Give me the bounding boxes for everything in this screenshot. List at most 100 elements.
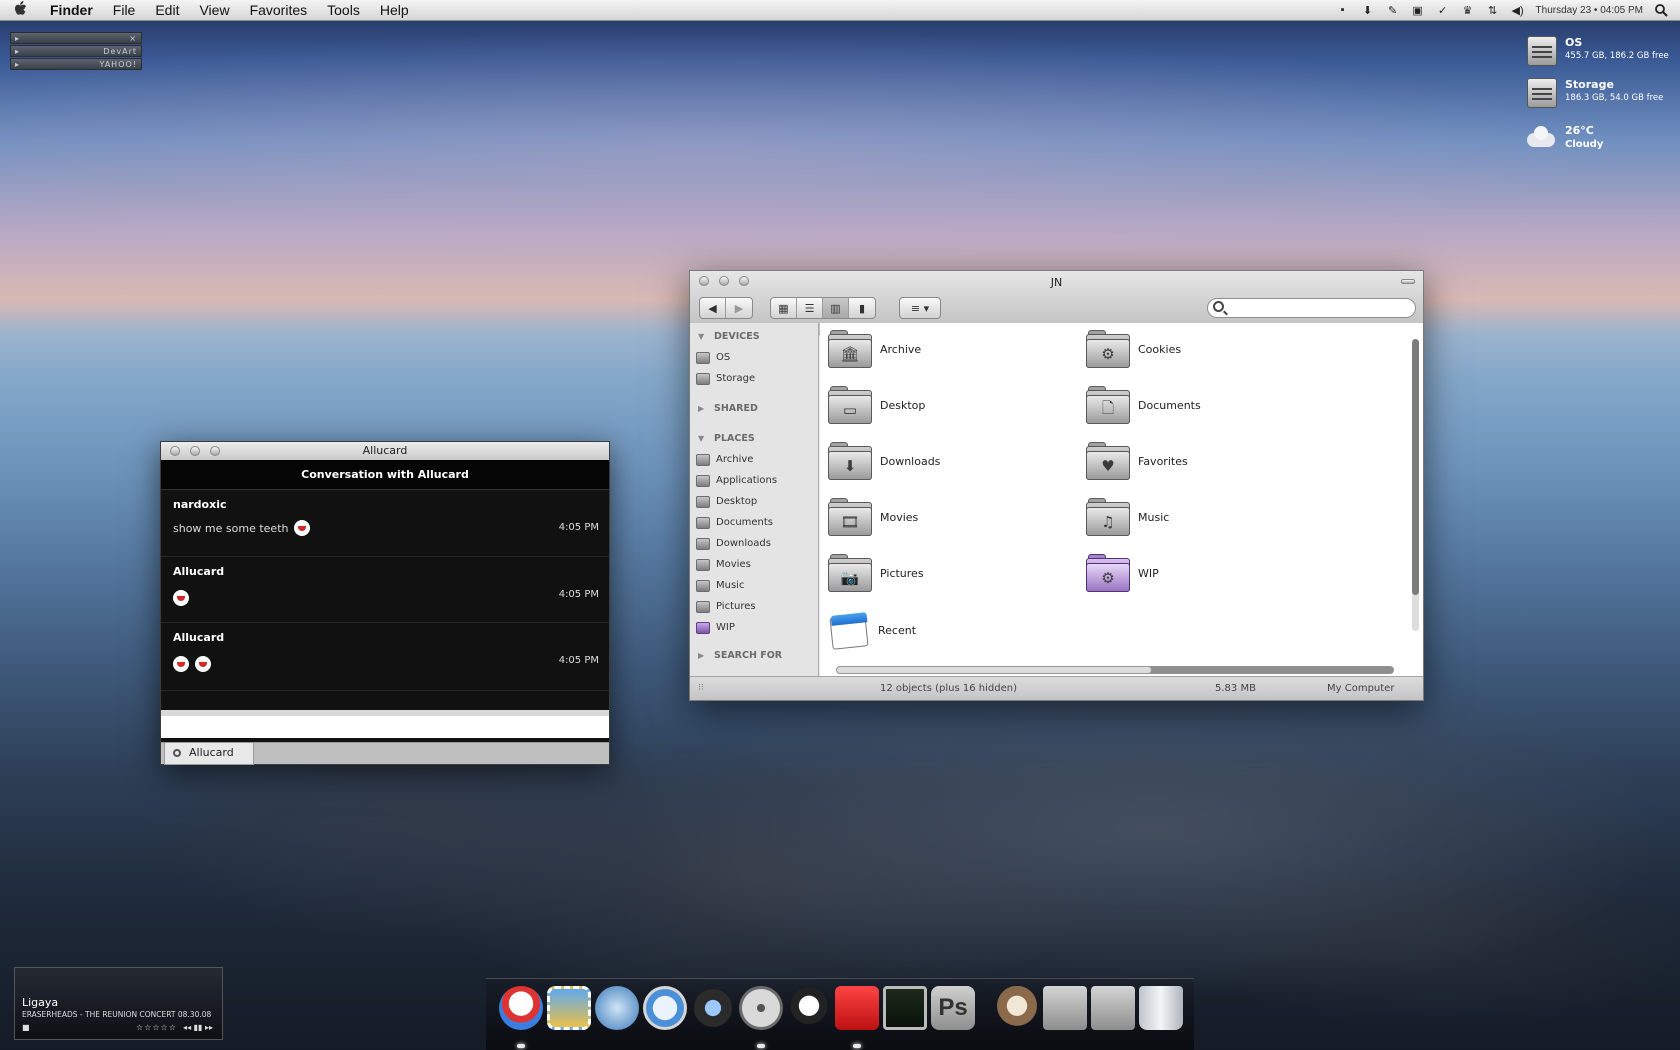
- menu-favorites[interactable]: Favorites: [240, 2, 318, 18]
- search-input[interactable]: [1230, 301, 1408, 315]
- disclosure-closed-icon[interactable]: ▶: [698, 399, 714, 419]
- horizontal-scroll-thumb[interactable]: [836, 666, 1152, 674]
- apple-menu-icon[interactable]: [0, 1, 40, 19]
- folder-item-music[interactable]: ♫ Music: [1086, 498, 1169, 536]
- arrange-menu-icon[interactable]: ≡ ▾: [900, 298, 940, 318]
- vertical-scroll-thumb[interactable]: [1412, 339, 1419, 595]
- tab-close-icon[interactable]: [173, 749, 181, 757]
- menu-view[interactable]: View: [189, 2, 239, 18]
- folder-item-desktop[interactable]: ▭ Desktop: [828, 386, 925, 424]
- menu-tools[interactable]: Tools: [317, 2, 370, 18]
- trash-icon[interactable]: [1139, 986, 1183, 1030]
- menu-file[interactable]: File: [103, 2, 146, 18]
- volume-icon[interactable]: ◀︎): [1511, 3, 1525, 17]
- menu-edit[interactable]: Edit: [145, 2, 189, 18]
- sidebar-item-documents[interactable]: Documents: [690, 512, 818, 533]
- photoshop-icon[interactable]: Ps: [931, 986, 975, 1030]
- sidebar-header-places[interactable]: ▼ PLACES: [690, 429, 818, 449]
- sidebar-item-applications[interactable]: Applications: [690, 470, 818, 491]
- close-icon[interactable]: ×: [129, 34, 137, 43]
- minimize-button[interactable]: [190, 446, 200, 456]
- play-triangle-icon: ▸: [15, 33, 21, 43]
- toolbar-toggle-button[interactable]: [1401, 279, 1415, 284]
- arrange-button[interactable]: ≡ ▾: [899, 297, 941, 319]
- owl-icon[interactable]: [995, 986, 1039, 1030]
- icon-view-icon[interactable]: ▦: [771, 298, 797, 318]
- column-view-icon[interactable]: ▥: [823, 298, 849, 318]
- activity-monitor-icon[interactable]: [883, 986, 927, 1030]
- transmit-truck-icon[interactable]: [835, 986, 879, 1030]
- sidebar-item-os[interactable]: OS: [690, 347, 818, 368]
- folder-item-archive[interactable]: 🏛 Archive: [828, 330, 921, 368]
- bookmark-row[interactable]: ▸ ×: [10, 32, 142, 44]
- sidebar-header-shared[interactable]: ▶ SHARED: [690, 399, 818, 419]
- sidebar-item-pictures[interactable]: Pictures: [690, 596, 818, 617]
- pencil-icon[interactable]: ✎: [1386, 3, 1400, 17]
- horizontal-scrollbar[interactable]: [836, 666, 1394, 674]
- folder-item-pictures[interactable]: 📷 Pictures: [828, 554, 924, 592]
- menu-help[interactable]: Help: [370, 2, 419, 18]
- chat-titlebar[interactable]: Allucard: [161, 442, 609, 460]
- pictures-folder-icon: [696, 600, 710, 613]
- kung-fu-panda-icon[interactable]: [787, 986, 831, 1030]
- bookmark-row-yahoo[interactable]: ▸ YAHOO!: [10, 58, 142, 70]
- sidebar-item-music[interactable]: Music: [690, 575, 818, 596]
- disclosure-open-icon[interactable]: ▼: [698, 429, 714, 449]
- sidebar-item-desktop[interactable]: Desktop: [690, 491, 818, 512]
- drive-widget-storage[interactable]: Storage 186.3 GB, 54.0 GB free: [1527, 78, 1663, 108]
- resize-grip-icon[interactable]: ⁝⁝: [698, 683, 710, 695]
- bookmark-row-devart[interactable]: ▸ DevArt: [10, 45, 142, 57]
- hard-drive-icon: [696, 351, 710, 364]
- hard-drive-icon: [1527, 36, 1557, 66]
- sidebar-item-archive[interactable]: Archive: [690, 449, 818, 470]
- message-input[interactable]: [161, 710, 609, 738]
- close-button[interactable]: [170, 446, 180, 456]
- finder-window: JN ◀ ▶ ▦ ☰ ▥ ▮ ≡ ▾ ▼ DEVICES OS Storage ▶…: [689, 270, 1424, 701]
- spotlight-icon[interactable]: [1654, 3, 1668, 17]
- playback-buttons[interactable]: ◂◂ ▮▮ ▸▸: [183, 1023, 213, 1032]
- sidebar-header-devices[interactable]: ▼ DEVICES: [690, 327, 818, 347]
- menu-finder[interactable]: Finder: [40, 2, 103, 18]
- folder-item-recent[interactable]: Recent: [828, 610, 916, 650]
- dvd-player-icon[interactable]: [739, 986, 783, 1030]
- crown-icon[interactable]: ♛: [1461, 3, 1475, 17]
- list-view-icon[interactable]: ☰: [797, 298, 823, 318]
- itunes-headphones-icon[interactable]: [691, 986, 735, 1030]
- folder-item-documents[interactable]: 🗋 Documents: [1086, 386, 1201, 424]
- checkmark-icon[interactable]: ✓: [1436, 3, 1450, 17]
- applications-stack-icon[interactable]: [1043, 986, 1087, 1030]
- sidebar-header-search[interactable]: ▶ SEARCH FOR: [690, 646, 818, 666]
- disclosure-open-icon[interactable]: ▼: [698, 327, 714, 347]
- coverflow-view-icon[interactable]: ▮: [849, 298, 875, 318]
- download-arrow-icon[interactable]: ⬇: [1361, 3, 1375, 17]
- folder-item-movies[interactable]: 🎞 Movies: [828, 498, 918, 536]
- folder-item-wip[interactable]: ⚙ WIP: [1086, 554, 1159, 592]
- network-globe-icon[interactable]: [595, 986, 639, 1030]
- stop-icon[interactable]: ■: [22, 1023, 30, 1032]
- folder-item-favorites[interactable]: ♥ Favorites: [1086, 442, 1188, 480]
- chat-tab-allucard[interactable]: Allucard: [164, 743, 254, 765]
- forward-button[interactable]: ▶: [726, 298, 752, 318]
- sidebar-item-movies[interactable]: Movies: [690, 554, 818, 575]
- sidebar-item-wip[interactable]: WIP: [690, 617, 818, 638]
- zoom-button[interactable]: [210, 446, 220, 456]
- finder-search-field[interactable]: [1207, 298, 1416, 318]
- downloads-stack-icon[interactable]: [1091, 986, 1135, 1030]
- adium-icon[interactable]: [499, 986, 543, 1030]
- disclosure-closed-icon[interactable]: ▶: [698, 646, 714, 666]
- menu-clock[interactable]: Thursday 23 • 04:05 PM: [1536, 5, 1643, 16]
- gamepad-icon[interactable]: ▣: [1411, 3, 1425, 17]
- weather-widget[interactable]: 26°C Cloudy: [1525, 124, 1603, 150]
- sidebar-item-storage[interactable]: Storage: [690, 368, 818, 389]
- track-rating[interactable]: ☆☆☆☆☆: [136, 1023, 177, 1032]
- back-button[interactable]: ◀: [700, 298, 726, 318]
- safari-compass-icon[interactable]: [643, 986, 687, 1030]
- folder-item-downloads[interactable]: ⬇ Downloads: [828, 442, 940, 480]
- sync-arrows-icon[interactable]: ⇅: [1486, 3, 1500, 17]
- sidebar-item-downloads[interactable]: Downloads: [690, 533, 818, 554]
- folder-item-cookies[interactable]: ⚙ Cookies: [1086, 330, 1181, 368]
- drive-widget-os[interactable]: OS 455.7 GB, 186.2 GB free: [1527, 36, 1669, 66]
- mail-stamp-icon[interactable]: [547, 986, 591, 1030]
- chat-bubble-icon[interactable]: ▪: [1336, 3, 1350, 17]
- vertical-scrollbar[interactable]: [1412, 339, 1419, 631]
